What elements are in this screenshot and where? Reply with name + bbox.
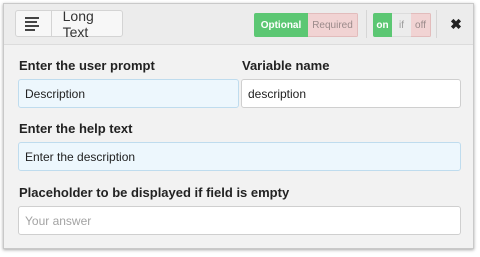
header-divider <box>436 10 437 38</box>
variable-label: Variable name <box>242 58 330 73</box>
placeholder-label: Placeholder to be displayed if field is … <box>19 185 290 200</box>
editor-header: Long Text Optional Required on if off ✖ <box>4 4 473 45</box>
variable-input[interactable]: description <box>241 79 461 108</box>
help-label: Enter the help text <box>19 121 133 136</box>
if-option[interactable]: if <box>392 13 411 37</box>
on-option[interactable]: on <box>373 13 392 37</box>
placeholder-input[interactable]: Your answer <box>18 206 461 235</box>
required-toggle: Optional Required <box>254 13 358 37</box>
help-input[interactable]: Enter the description <box>18 142 461 171</box>
optional-option[interactable]: Optional <box>254 13 308 37</box>
prompt-input[interactable]: Description <box>18 79 239 108</box>
field-type-button[interactable]: Long Text <box>15 7 123 40</box>
off-option[interactable]: off <box>411 13 431 37</box>
prompt-label: Enter the user prompt <box>19 58 155 73</box>
button-divider <box>50 11 52 36</box>
close-icon[interactable]: ✖ <box>448 16 464 32</box>
text-lines-icon <box>25 16 45 31</box>
field-type-label: Long Text <box>62 7 94 40</box>
required-option[interactable]: Required <box>308 13 358 37</box>
visibility-toggle: on if off <box>373 13 431 37</box>
long-text-field-editor: Long Text Optional Required on if off ✖ … <box>3 3 474 249</box>
header-divider <box>366 10 367 38</box>
